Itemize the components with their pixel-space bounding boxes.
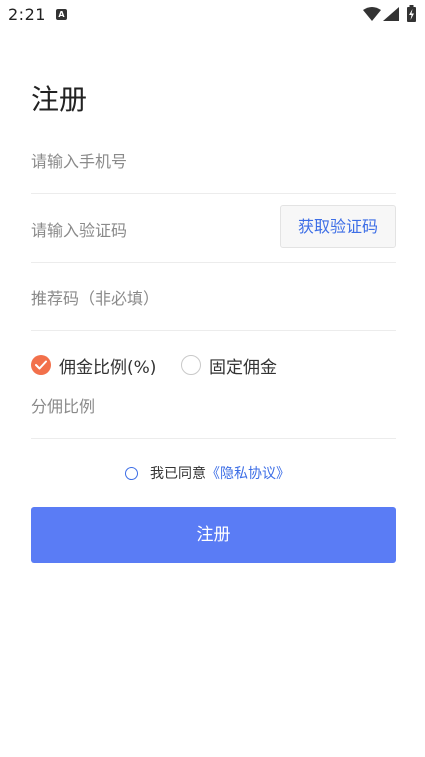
agreement-circle-icon [125, 466, 138, 480]
phone-input[interactable]: 请输入手机号 [31, 148, 396, 172]
page-title: 注册 [31, 83, 88, 116]
radio-fixed-commission[interactable]: 固定佣金 [181, 353, 277, 378]
radio-fixed-commission-label: 固定佣金 [209, 357, 277, 378]
radio-commission-ratio[interactable]: 佣金比例(%) [31, 353, 157, 378]
cellular-signal-icon [383, 7, 399, 21]
privacy-policy-link[interactable]: 《隐私协议》 [206, 463, 290, 483]
split-ratio-placeholder: 分佣比例 [31, 397, 96, 416]
verification-code-input[interactable]: 请输入验证码 [31, 217, 271, 241]
notification-a-icon: A [56, 9, 67, 20]
radio-commission-ratio-label: 佣金比例(%) [59, 357, 157, 378]
wifi-icon [363, 7, 381, 21]
split-ratio-input[interactable]: 分佣比例 [31, 393, 396, 417]
status-time: 2:21 [8, 5, 46, 24]
divider [31, 193, 396, 194]
radio-checked-icon [31, 355, 51, 375]
status-bar: 2:21 A [0, 0, 425, 30]
referral-code-placeholder: 推荐码（非必填） [31, 289, 160, 308]
phone-placeholder: 请输入手机号 [31, 152, 128, 171]
divider [31, 330, 396, 331]
divider [31, 438, 396, 439]
register-button[interactable]: 注册 [31, 507, 396, 563]
divider [31, 262, 396, 263]
verification-code-placeholder: 请输入验证码 [31, 221, 128, 240]
referral-code-input[interactable]: 推荐码（非必填） [31, 285, 396, 309]
radio-unchecked-icon [181, 355, 201, 375]
get-code-button[interactable]: 获取验证码 [280, 205, 396, 248]
agreement-text: 我已同意 [150, 466, 206, 482]
battery-charging-icon [407, 5, 416, 22]
agreement-checkbox[interactable]: 我已同意 《隐私协议》 [125, 462, 290, 484]
